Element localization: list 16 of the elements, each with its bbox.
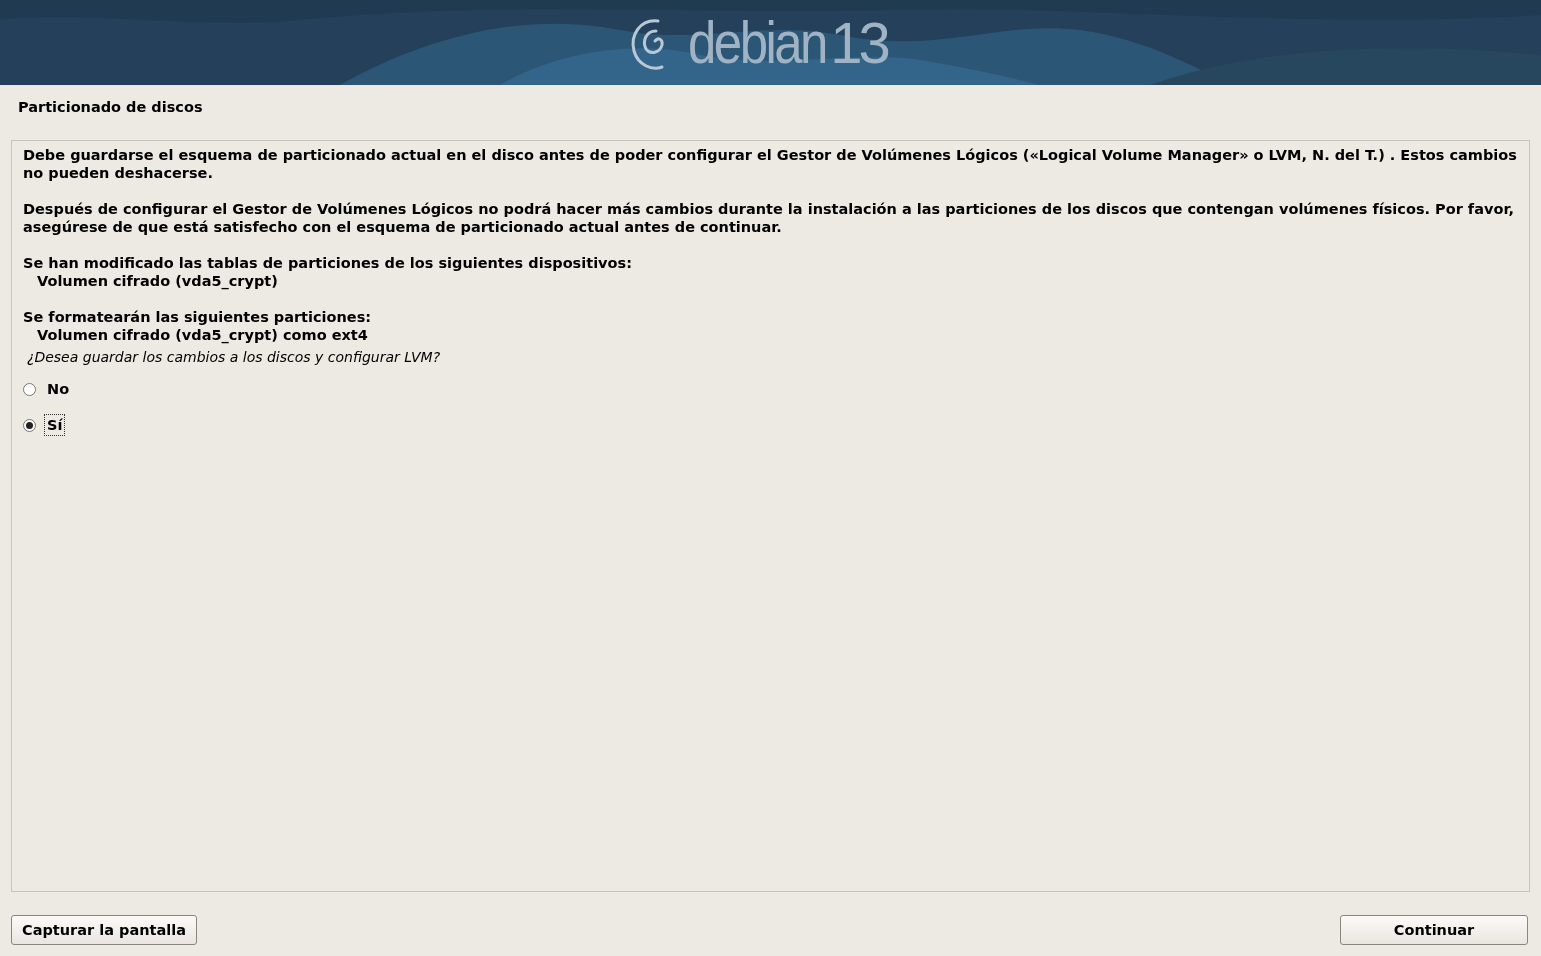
radio-button[interactable] <box>23 382 36 396</box>
logo-text: debian <box>688 8 826 77</box>
version-text: 13 <box>830 9 887 76</box>
option-label[interactable]: No <box>44 378 73 400</box>
question-text: ¿Desea guardar los cambios a los discos y configurar LVM? <box>26 348 442 366</box>
page-title: Particionado de discos <box>17 98 204 117</box>
message-text: Se han modificado las tablas de particiones de los siguientes dispositivos: <box>23 254 633 272</box>
message-text: Debe guardarse el esquema de particionado actual en el disco antes de poder configurar el Gestor de Volúmenes Lógicos («Logical Volume Manager» o LVM, N. del T.) . Estos cambios no pueden deshacerse. <box>23 146 1518 182</box>
option-label[interactable]: Sí <box>44 414 66 436</box>
message-text: Se formatearán las siguientes particiones: <box>23 308 373 326</box>
message-text: Después de configurar el Gestor de Volúmenes Lógicos no podrá hacer más cambios durante la instalación a las particiones de los discos que contengan volúmenes físicos. Por favor, asegúrese de que está satisfecho con el esquema de particionado actual antes de continuar. <box>23 200 1515 236</box>
radio-button[interactable] <box>23 418 36 432</box>
screenshot-button[interactable]: Capturar la pantalla <box>11 915 197 945</box>
message-text: Volumen cifrado (vda5_crypt) <box>36 272 279 290</box>
message-text: Volumen cifrado (vda5_crypt) como ext4 <box>36 326 369 344</box>
continue-button[interactable]: Continuar <box>1340 915 1528 945</box>
